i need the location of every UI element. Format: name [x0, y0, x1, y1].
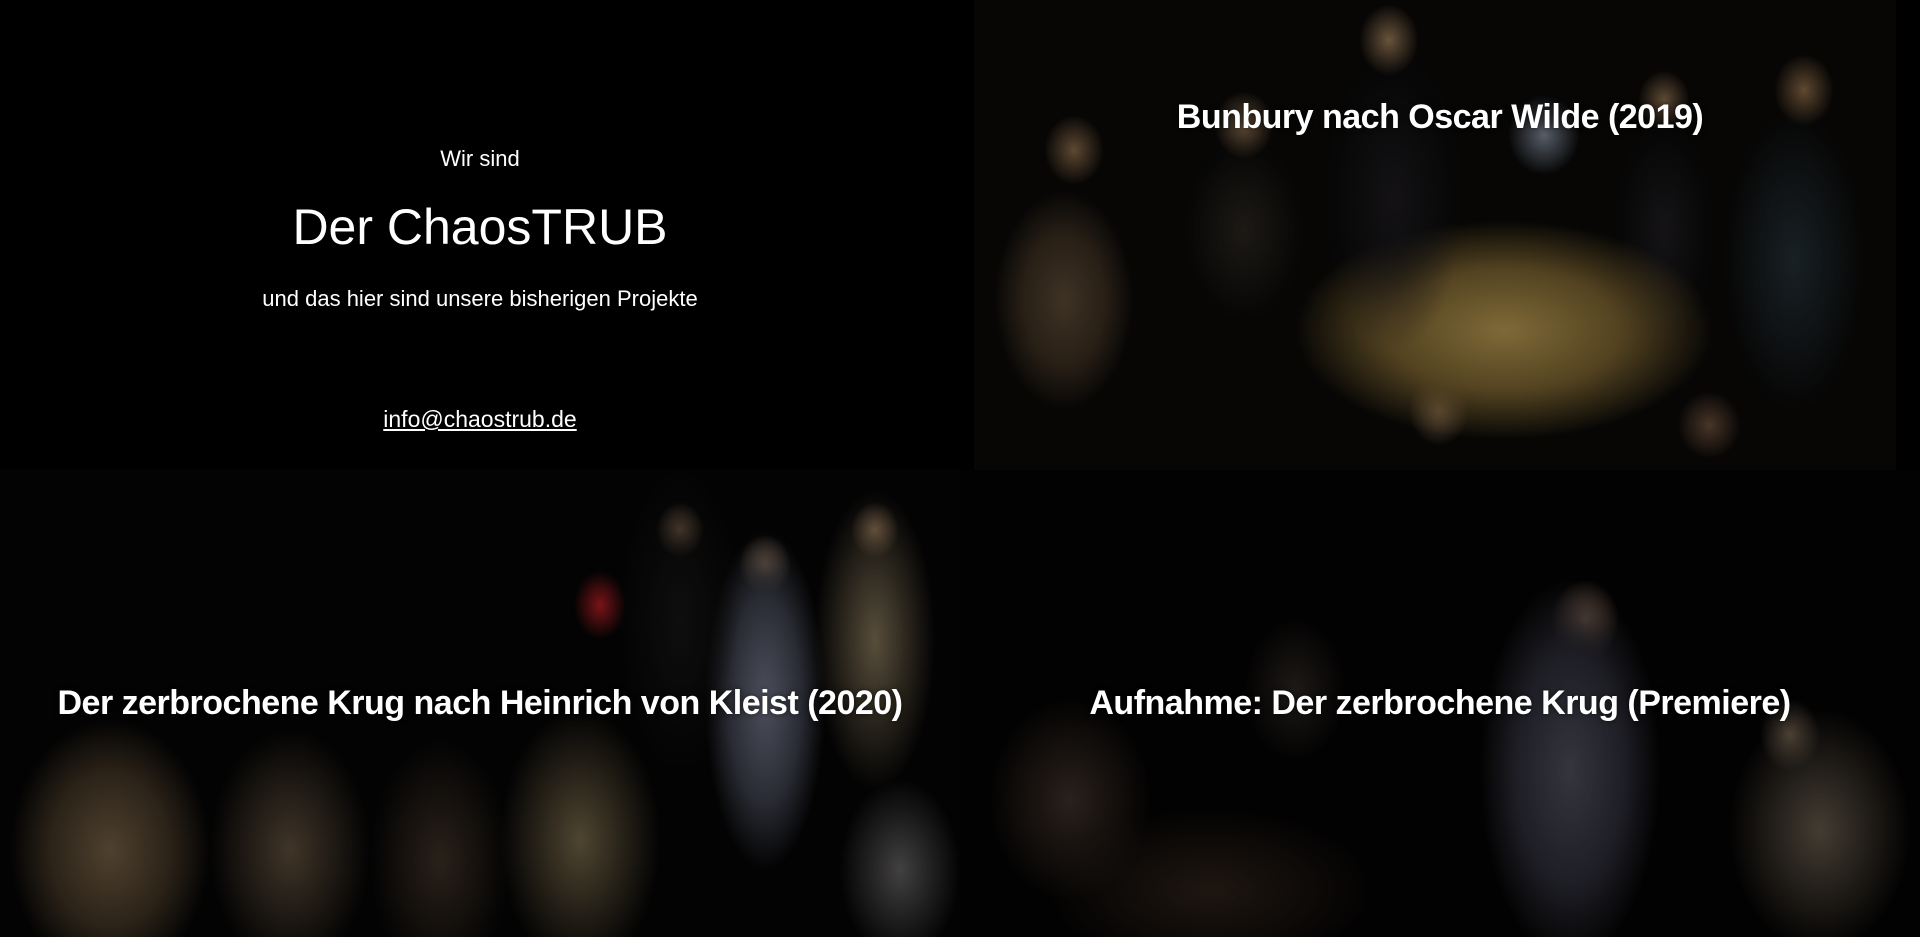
project-title-aufnahme: Aufnahme: Der zerbrochene Krug (Premiere… — [1089, 684, 1791, 722]
project-title-krug: Der zerbrochene Krug nach Heinrich von K… — [57, 684, 903, 722]
project-tile-aufnahme[interactable]: Aufnahme: Der zerbrochene Krug (Premiere… — [960, 470, 1920, 937]
intro-pre-title: Wir sind — [440, 146, 520, 171]
photo-overlay — [960, 0, 1920, 470]
project-title-bunbury: Bunbury nach Oscar Wilde (2019) — [1176, 97, 1704, 136]
intro-subtitle: und das hier sind unsere bisherigen Proj… — [262, 286, 698, 311]
project-grid: Wir sind Der ChaosTRUB und das hier sind… — [0, 0, 1920, 937]
project-tile-bunbury[interactable]: Bunbury nach Oscar Wilde (2019) — [960, 0, 1920, 470]
project-tile-krug[interactable]: Der zerbrochene Krug nach Heinrich von K… — [0, 470, 960, 937]
site-title: Der ChaosTRUB — [292, 199, 668, 255]
email-link[interactable]: info@chaostrub.de — [383, 406, 576, 433]
intro-section: Wir sind Der ChaosTRUB und das hier sind… — [0, 0, 960, 470]
